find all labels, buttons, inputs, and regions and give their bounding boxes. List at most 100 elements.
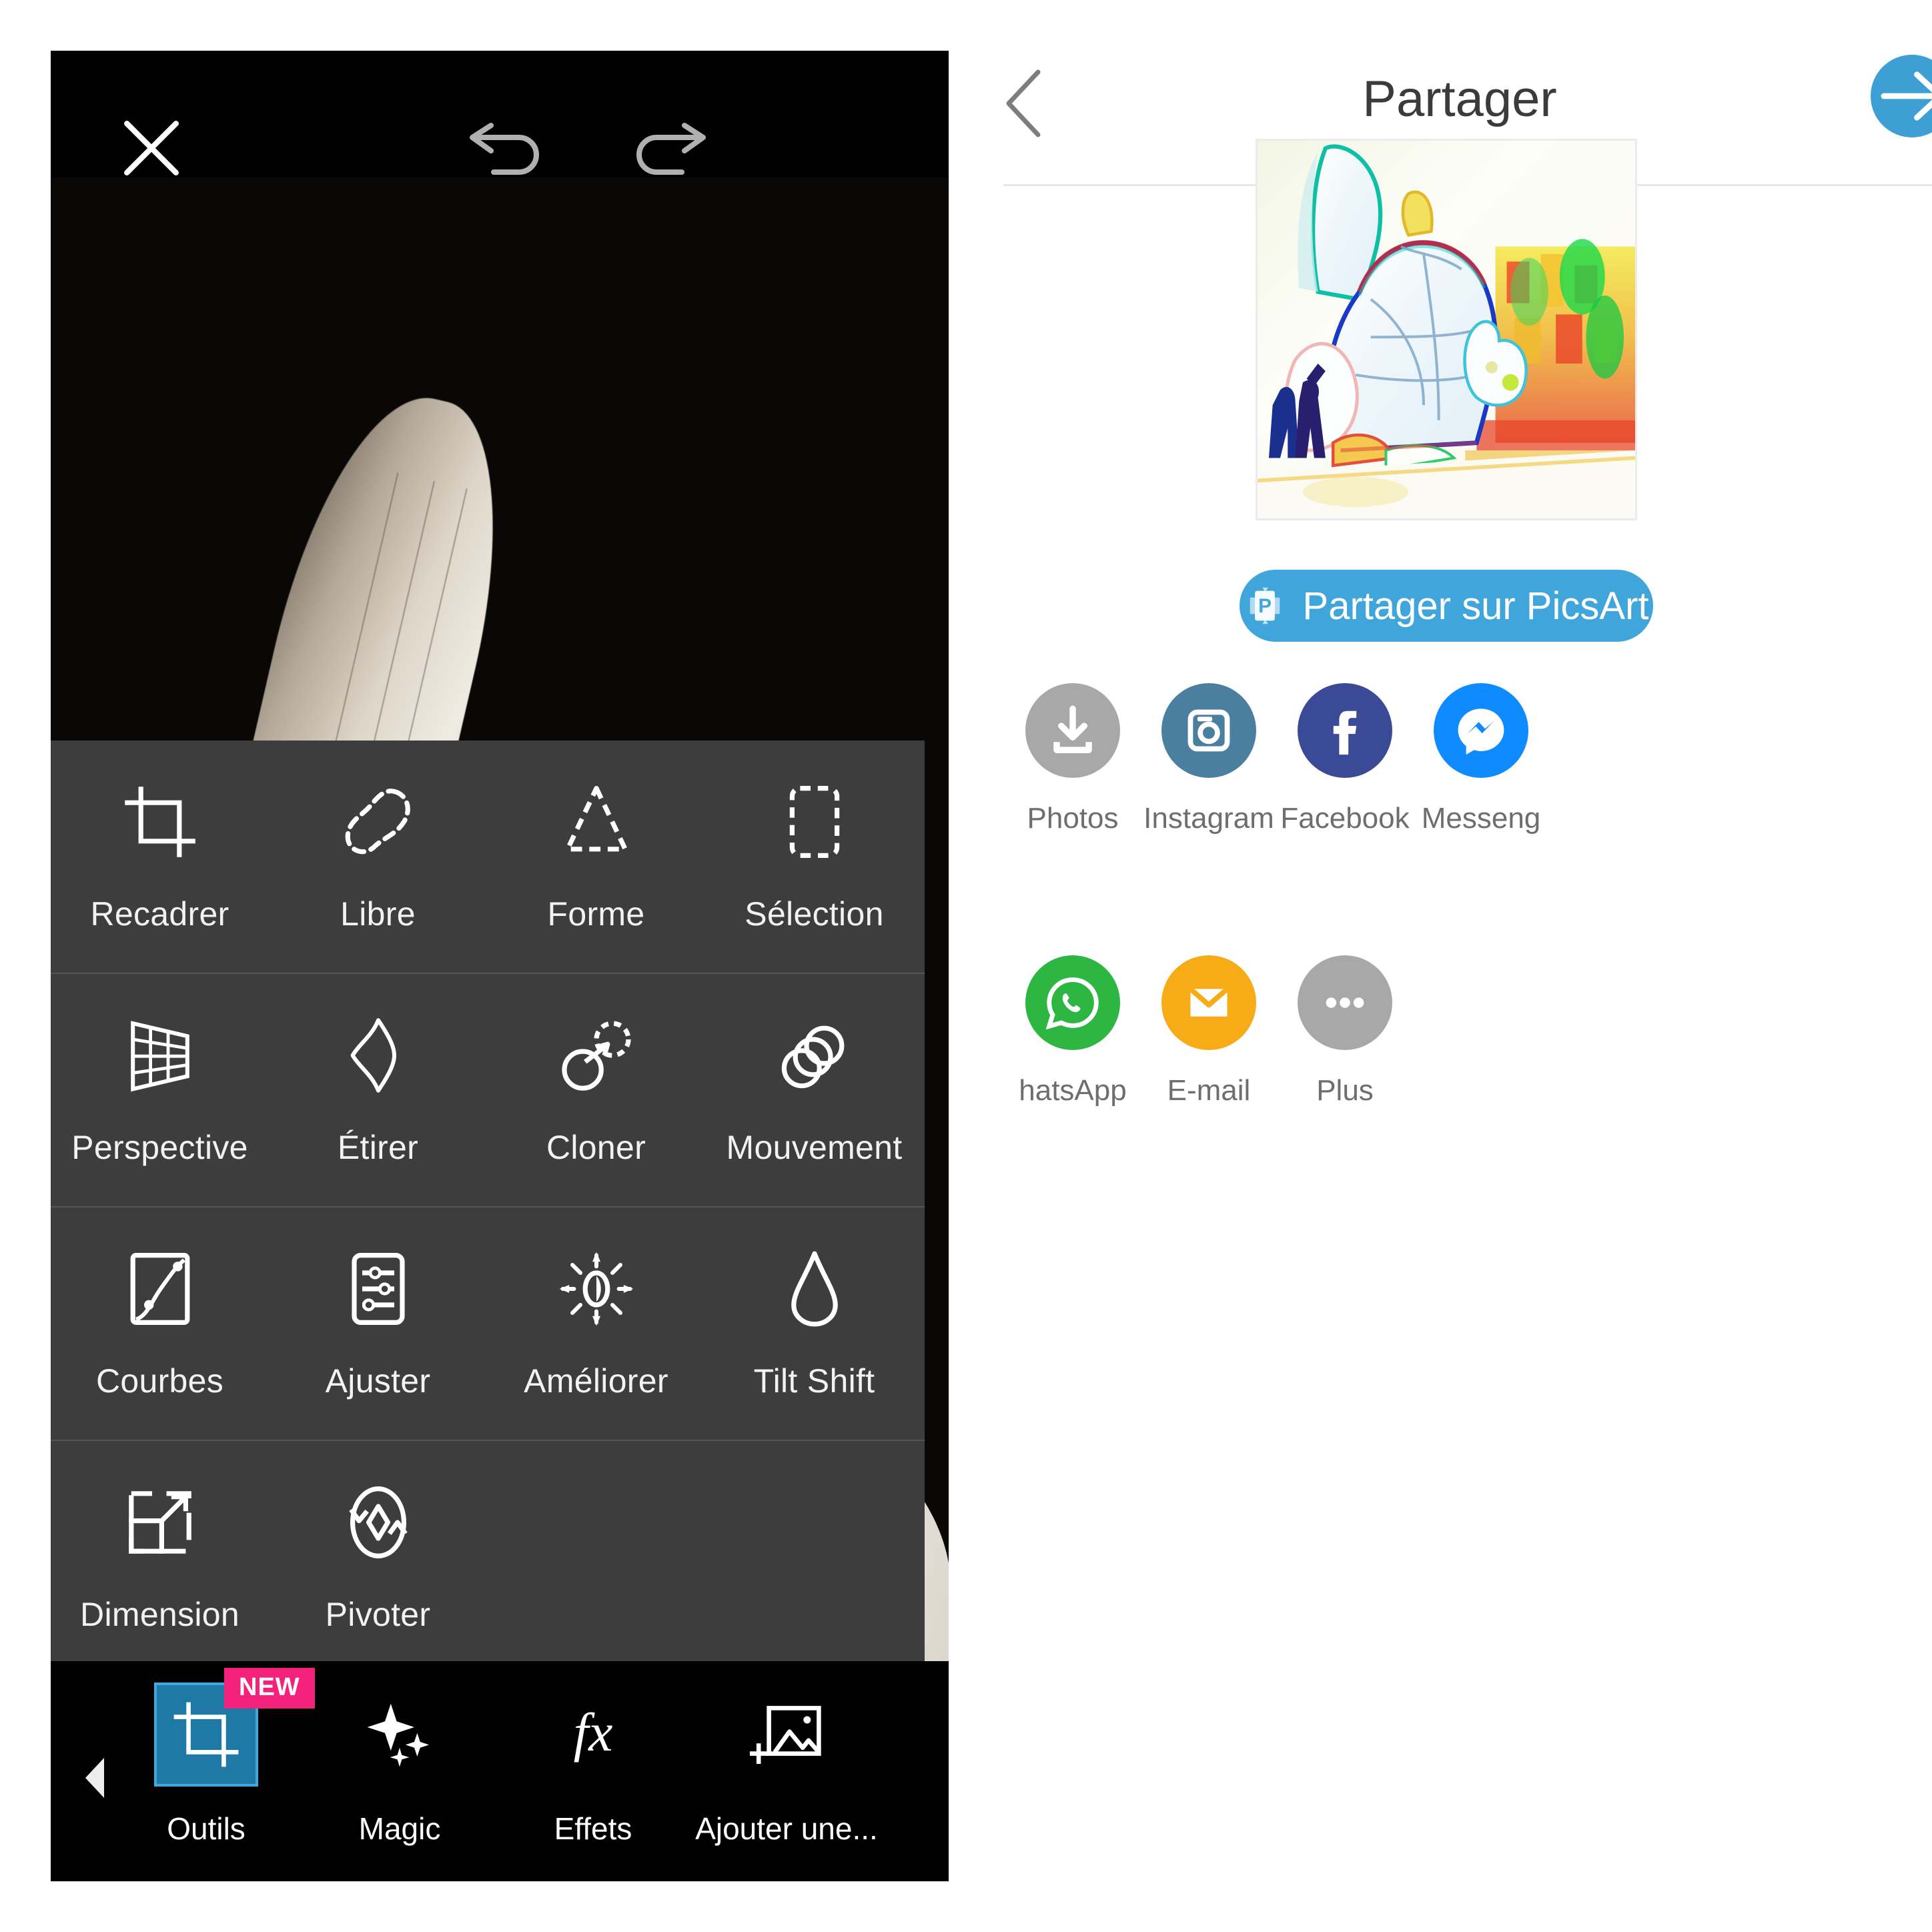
- share-target-label: E-mail: [1167, 1074, 1251, 1107]
- share-target-email[interactable]: E-mail: [1141, 955, 1277, 1107]
- tool-ajuster[interactable]: Ajuster: [269, 1208, 487, 1440]
- tool-label: Libre: [340, 895, 416, 933]
- share-to-picsart-button[interactable]: P Partager sur PicsArt: [1240, 570, 1653, 642]
- photo-editor-screen: Recadrer Libre Forme Sélection Perspecti…: [51, 51, 949, 1881]
- tool-mouvement[interactable]: Mouvement: [705, 974, 923, 1206]
- tool-ameliorer[interactable]: Améliorer: [487, 1208, 705, 1440]
- rotate-icon: [336, 1480, 420, 1564]
- tools-row-3: Courbes Ajuster Améliorer Tilt Shift: [51, 1208, 925, 1441]
- nav-label: Effets: [554, 1811, 632, 1846]
- share-target-instagram[interactable]: Instagram: [1141, 683, 1277, 835]
- svg-text:P: P: [1258, 595, 1272, 617]
- tool-label: Cloner: [546, 1129, 646, 1166]
- tool-label: Dimension: [80, 1596, 239, 1633]
- share-target-label: Facebook: [1280, 802, 1410, 835]
- instagram-camera-icon: [1161, 683, 1256, 778]
- facebook-f-icon: [1298, 683, 1392, 778]
- share-target-messenger[interactable]: Messeng: [1413, 683, 1549, 835]
- nav-label: Outils: [167, 1811, 246, 1846]
- redo-arrow-icon[interactable]: [624, 123, 711, 180]
- share-target-plus[interactable]: Plus: [1277, 955, 1413, 1107]
- svg-text:fx: fx: [574, 1702, 613, 1763]
- tool-label: Courbes: [95, 1362, 224, 1400]
- selection-rect-icon: [773, 780, 857, 864]
- tool-tilt-shift[interactable]: Tilt Shift: [705, 1208, 923, 1440]
- tool-selection[interactable]: Sélection: [705, 741, 923, 973]
- tool-cloner[interactable]: Cloner: [487, 974, 705, 1206]
- tool-label: Étirer: [337, 1129, 419, 1166]
- motion-circles-icon: [773, 1013, 857, 1097]
- tools-panel: Recadrer Libre Forme Sélection Perspecti…: [51, 741, 925, 1673]
- tool-label: Améliorer: [524, 1362, 668, 1400]
- tilt-shift-drop-icon: [773, 1247, 857, 1331]
- nav-label: Ajouter une...: [695, 1811, 878, 1846]
- resize-icon: [118, 1480, 202, 1564]
- tool-recadrer[interactable]: Recadrer: [51, 741, 269, 973]
- tools-row-1: Recadrer Libre Forme Sélection: [51, 741, 925, 974]
- tool-empty-slot: [487, 1441, 705, 1673]
- enhance-brightness-icon: [554, 1247, 638, 1331]
- share-targets-row-1: Photos Instagram Facebook Messeng: [987, 683, 1932, 835]
- share-targets-row-2: hatsApp E-mail Plus: [987, 955, 1932, 1107]
- share-target-whatsapp[interactable]: hatsApp: [1005, 955, 1141, 1107]
- add-photo-icon: [735, 1682, 839, 1787]
- undo-arrow-icon[interactable]: [464, 123, 551, 180]
- tool-label: Tilt Shift: [753, 1362, 875, 1400]
- messenger-bolt-icon: [1434, 683, 1528, 778]
- share-target-label: Instagram: [1143, 802, 1274, 835]
- tool-forme[interactable]: Forme: [487, 741, 705, 973]
- share-target-facebook[interactable]: Facebook: [1277, 683, 1413, 835]
- tool-pivoter[interactable]: Pivoter: [269, 1441, 487, 1673]
- artwork-preview[interactable]: [1256, 139, 1637, 520]
- stylized-rabbit-artwork: [1258, 141, 1635, 518]
- ellipsis-icon: [1298, 955, 1392, 1050]
- tools-row-4: Dimension Pivoter: [51, 1441, 925, 1673]
- whatsapp-phone-icon: [1025, 955, 1120, 1050]
- nav-item-ajouter-photo[interactable]: Ajouter une...: [690, 1666, 883, 1880]
- triangle-left-icon[interactable]: [85, 1758, 104, 1798]
- tool-perspective[interactable]: Perspective: [51, 974, 269, 1206]
- editor-top-bar: [51, 51, 949, 177]
- envelope-icon: [1161, 955, 1256, 1050]
- tool-dimension[interactable]: Dimension: [51, 1441, 269, 1673]
- fx-icon: fx: [541, 1682, 645, 1787]
- arrow-right-icon[interactable]: [1871, 55, 1932, 137]
- new-badge: NEW: [224, 1668, 315, 1709]
- curves-icon: [118, 1247, 202, 1331]
- nav-label: Magic: [358, 1811, 441, 1846]
- share-target-label: Plus: [1316, 1074, 1374, 1107]
- sparkles-icon: [348, 1682, 452, 1787]
- page-title: Partager: [1362, 71, 1557, 127]
- share-screen: Partager P Partager sur PicsArt Photos I…: [987, 0, 1932, 1932]
- tool-label: Forme: [547, 895, 645, 933]
- tool-label: Mouvement: [726, 1129, 903, 1166]
- shape-triangle-icon: [554, 780, 638, 864]
- tool-label: Pivoter: [325, 1596, 431, 1633]
- nav-item-effets[interactable]: fx Effets: [496, 1666, 690, 1880]
- editor-bottom-nav: NEW Outils Magic fx Effets Ajouter une..…: [51, 1661, 949, 1881]
- crop-icon: [118, 780, 202, 864]
- tool-courbes[interactable]: Courbes: [51, 1208, 269, 1440]
- tool-label: Sélection: [745, 895, 884, 933]
- share-target-label: Messeng: [1421, 802, 1541, 835]
- picsart-logo-icon: P: [1250, 587, 1280, 624]
- free-lasso-icon: [336, 780, 420, 864]
- perspective-grid-icon: [118, 1013, 202, 1097]
- download-icon: [1025, 683, 1120, 778]
- picsart-button-label: Partager sur PicsArt: [1302, 584, 1649, 628]
- tool-empty-slot: [705, 1441, 923, 1673]
- share-target-photos[interactable]: Photos: [1005, 683, 1141, 835]
- clone-stamp-icon: [554, 1013, 638, 1097]
- nav-item-magic[interactable]: Magic: [303, 1666, 496, 1880]
- stretch-icon: [336, 1013, 420, 1097]
- share-target-label: Photos: [1027, 802, 1119, 835]
- tool-label: Ajuster: [325, 1362, 431, 1400]
- tool-label: Recadrer: [90, 895, 229, 933]
- share-target-label: hatsApp: [1019, 1074, 1127, 1107]
- tool-etirer[interactable]: Étirer: [269, 974, 487, 1206]
- adjust-sliders-icon: [336, 1247, 420, 1331]
- close-icon[interactable]: [121, 117, 182, 179]
- tool-libre[interactable]: Libre: [269, 741, 487, 973]
- tools-row-2: Perspective Étirer Cloner Mouvement: [51, 974, 925, 1208]
- tool-label: Perspective: [71, 1129, 248, 1166]
